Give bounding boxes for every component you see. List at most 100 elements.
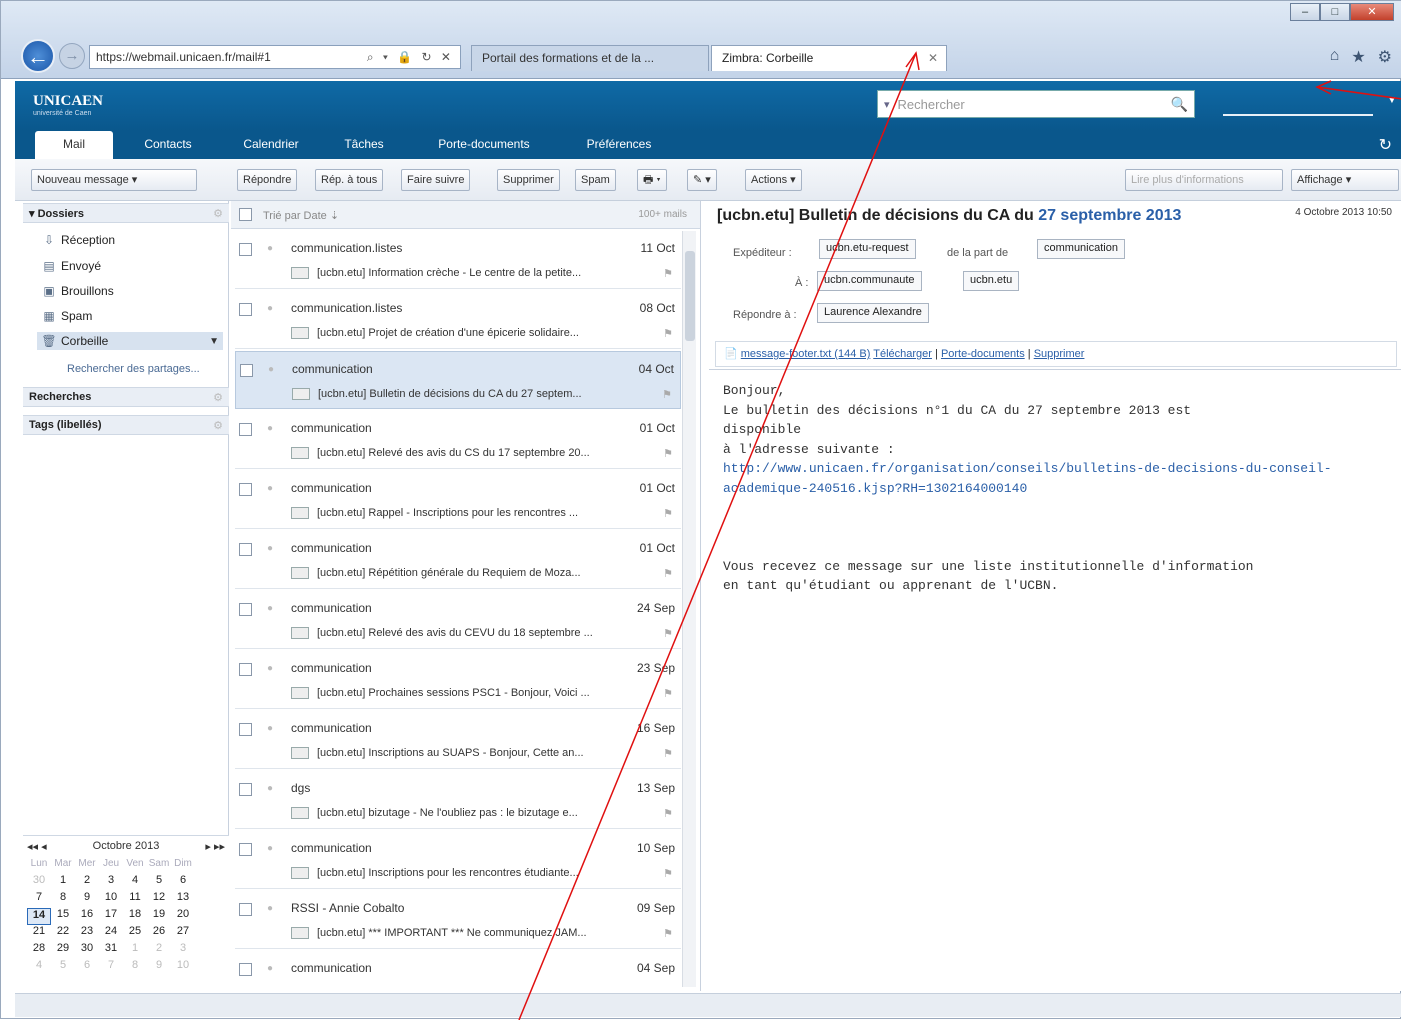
download-link[interactable]: Télécharger [873, 348, 932, 360]
calendar-day[interactable]: 7 [99, 959, 123, 976]
calendar-day[interactable]: 10 [99, 891, 123, 908]
calendar-day[interactable]: 1 [51, 874, 75, 891]
view-button[interactable]: Affichage ▾ [1291, 169, 1399, 191]
calendar-day[interactable]: 13 [171, 891, 195, 908]
scrollbar-thumb[interactable] [685, 251, 695, 341]
back-button[interactable]: ← [21, 39, 55, 73]
unread-dot-icon[interactable]: ● [267, 543, 273, 554]
refresh-icon[interactable]: ↻ [1379, 135, 1392, 155]
briefcase-link[interactable]: Porte-documents [941, 348, 1025, 360]
sender-chip[interactable]: ucbn.etu-request [819, 239, 916, 259]
unread-dot-icon[interactable]: ● [267, 783, 273, 794]
reply-all-button[interactable]: Rép. à tous [315, 169, 384, 191]
recipient-chip-communaute[interactable]: ucbn.communaute [817, 271, 922, 291]
select-all-checkbox[interactable] [239, 208, 252, 221]
message-row[interactable]: ● communication.listes 08 Oct [ucbn.etu] Pr… [235, 291, 681, 349]
message-list-scrollbar[interactable] [682, 231, 696, 987]
flag-icon[interactable]: ⚑ [663, 327, 673, 340]
search-type-dropdown[interactable]: ▾ [884, 98, 890, 111]
unread-dot-icon[interactable]: ● [267, 663, 273, 674]
folder-spam[interactable]: ▦ Spam [41, 309, 92, 323]
unread-dot-icon[interactable]: ● [267, 963, 273, 974]
tab-tasks[interactable]: Tâches [319, 131, 409, 159]
message-checkbox[interactable] [240, 364, 253, 377]
browser-tab-zimbra[interactable]: Zimbra: Corbeille ✕ [711, 45, 947, 71]
calendar-day[interactable]: 5 [147, 874, 171, 891]
message-checkbox[interactable] [239, 663, 252, 676]
calendar-day[interactable]: 29 [51, 942, 75, 959]
message-checkbox[interactable] [239, 783, 252, 796]
message-row[interactable]: ● communication 01 Oct [ucbn.etu] Répétitio… [235, 531, 681, 589]
search-icon[interactable]: 🔍 [1171, 96, 1188, 113]
folder-drafts[interactable]: ▣ Brouillons [41, 284, 113, 298]
calendar-day[interactable]: 12 [147, 891, 171, 908]
calendar-day[interactable]: 6 [75, 959, 99, 976]
chevron-down-icon[interactable]: ▼ [209, 336, 219, 347]
tab-calendar[interactable]: Calendrier [223, 131, 319, 159]
calendar-day[interactable]: 4 [123, 874, 147, 891]
flag-icon[interactable]: ⚑ [663, 627, 673, 640]
calendar-day[interactable]: 2 [147, 942, 171, 959]
tab-briefcase[interactable]: Porte-documents [409, 131, 559, 159]
message-row[interactable]: ● RSSI - Annie Cobalto 09 Sep [ucbn.etu] **… [235, 891, 681, 949]
browser-tab-portail[interactable]: Portail des formations et de la ... [471, 45, 709, 71]
message-checkbox[interactable] [239, 543, 252, 556]
folder-trash[interactable]: 🗑 Corbeille ▼ [37, 332, 223, 350]
calendar-day[interactable]: 6 [171, 874, 195, 891]
star-icon[interactable]: ★ [1351, 47, 1365, 67]
recipient-chip-etu[interactable]: ucbn.etu [963, 271, 1020, 291]
calendar-day[interactable]: 4 [27, 959, 51, 976]
calendar-day[interactable]: 10 [171, 959, 195, 976]
message-row[interactable]: ● communication.listes 11 Oct [ucbn.etu] In… [235, 231, 681, 289]
unread-dot-icon[interactable]: ● [268, 364, 274, 375]
flag-icon[interactable]: ⚑ [663, 267, 673, 280]
message-checkbox[interactable] [239, 243, 252, 256]
delete-attachment-link[interactable]: Supprimer [1034, 348, 1085, 360]
maximize-button[interactable]: □ [1320, 3, 1350, 21]
folder-sent[interactable]: ▤ Envoyé [41, 259, 101, 273]
message-row[interactable]: ● communication 16 Sep [ucbn.etu] Inscripti… [235, 711, 681, 769]
calendar-day[interactable]: 8 [123, 959, 147, 976]
folders-header[interactable]: ▾ Dossiers ⚙ [23, 203, 229, 223]
attachment-link[interactable]: message-footer.txt (144 B) [741, 348, 871, 360]
calendar-day[interactable]: 30 [27, 874, 51, 891]
flag-icon[interactable]: ⚑ [663, 747, 673, 760]
message-checkbox[interactable] [239, 603, 252, 616]
address-controls[interactable]: ⌕ ▾ 🔒 ↻ ✕ [367, 50, 454, 65]
calendar-day[interactable]: 31 [99, 942, 123, 959]
calendar-day[interactable]: 18 [123, 908, 147, 925]
calendar-day[interactable]: 3 [99, 874, 123, 891]
gear-icon[interactable]: ⚙ [213, 419, 223, 432]
message-checkbox[interactable] [239, 723, 252, 736]
calendar-day[interactable]: 11 [123, 891, 147, 908]
flag-icon[interactable]: ⚑ [663, 687, 673, 700]
gear-icon[interactable]: ⚙ [213, 207, 223, 220]
calendar-day[interactable]: 26 [147, 925, 171, 942]
message-row[interactable]: ● communication 01 Oct [ucbn.etu] Rappel - … [235, 471, 681, 529]
calendar-next-button[interactable]: ▸ ▸▸ [205, 840, 225, 853]
gear-icon[interactable]: ⚙ [1378, 47, 1392, 67]
unread-dot-icon[interactable]: ● [267, 423, 273, 434]
flag-icon[interactable]: ⚑ [663, 447, 673, 460]
message-row[interactable]: ● communication 04 Sep [235, 951, 681, 991]
message-checkbox[interactable] [239, 843, 252, 856]
message-checkbox[interactable] [239, 423, 252, 436]
reply-to-chip[interactable]: Laurence Alexandre [817, 303, 929, 323]
flag-icon[interactable]: ⚑ [663, 567, 673, 580]
message-checkbox[interactable] [239, 963, 252, 976]
flag-icon[interactable]: ⚑ [663, 507, 673, 520]
unread-dot-icon[interactable]: ● [267, 483, 273, 494]
chevron-down-icon[interactable]: ▼ [1387, 95, 1397, 106]
unread-dot-icon[interactable]: ● [267, 303, 273, 314]
message-checkbox[interactable] [239, 903, 252, 916]
reply-button[interactable]: Répondre [237, 169, 298, 191]
message-row[interactable]: ● communication 10 Sep [ucbn.etu] Inscripti… [235, 831, 681, 889]
calendar-day[interactable]: 16 [75, 908, 99, 925]
home-icon[interactable]: ⌂ [1330, 47, 1340, 67]
gear-icon[interactable]: ⚙ [213, 391, 223, 404]
message-row[interactable]: ● communication 24 Sep [ucbn.etu] Relevé de… [235, 591, 681, 649]
user-menu-underline[interactable] [1223, 114, 1373, 116]
calendar-day[interactable]: 24 [99, 925, 123, 942]
calendar-day[interactable]: 19 [147, 908, 171, 925]
close-tab-icon[interactable]: ✕ [928, 51, 938, 65]
